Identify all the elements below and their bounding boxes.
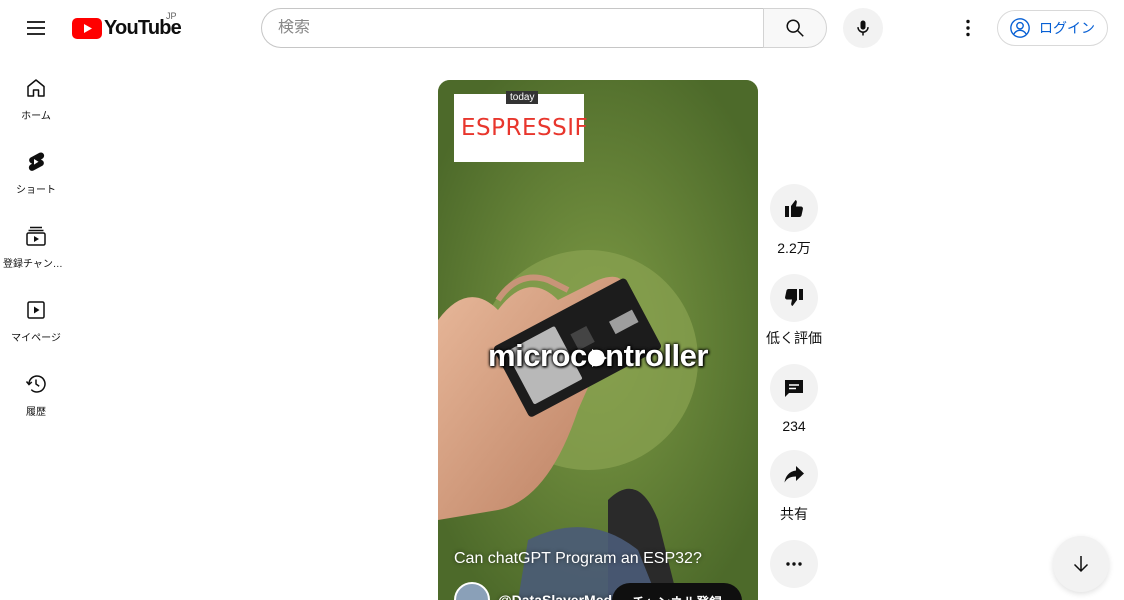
comments-button[interactable] xyxy=(770,364,818,412)
mini-guide: ホーム ショート 登録チャンネル マイページ 履歴 xyxy=(0,56,72,426)
espressif-wordmark: ESPRESSIF xyxy=(461,115,589,141)
home-icon xyxy=(27,79,45,97)
more-actions-button[interactable] xyxy=(770,540,818,588)
microphone-icon xyxy=(857,20,869,36)
play-button[interactable] xyxy=(568,328,628,388)
sidebar-item-label: 登録チャンネル xyxy=(3,259,69,270)
today-badge: today xyxy=(506,91,539,104)
play-icon xyxy=(592,349,607,367)
sidebar-item-label: ホーム xyxy=(21,111,51,122)
next-short-button[interactable] xyxy=(1053,536,1109,592)
espressif-logo: ESPRESSIF xyxy=(454,94,588,162)
sidebar-item-shorts[interactable]: ショート xyxy=(0,130,72,204)
sidebar-item-subscriptions[interactable]: 登録チャンネル xyxy=(0,204,72,278)
dislike-label: 低く評価 xyxy=(766,330,822,346)
more-horizontal-icon xyxy=(786,562,802,566)
sidebar-item-label: マイページ xyxy=(11,333,61,344)
subscribe-button[interactable]: チャンネル登録 xyxy=(612,583,742,600)
history-icon xyxy=(25,375,46,393)
short-actions: 2.2万 低く評価 234 共有 xyxy=(766,184,822,600)
account-circle-icon xyxy=(1010,18,1030,38)
search-button[interactable] xyxy=(763,8,827,48)
voice-search-button[interactable] xyxy=(843,8,883,48)
login-label: ログイン xyxy=(1039,20,1095,36)
sidebar-item-label: 履歴 xyxy=(26,407,46,418)
search-box xyxy=(261,8,764,48)
guide-menu-button[interactable] xyxy=(16,8,56,48)
youtube-logo[interactable]: YouTube xyxy=(72,14,182,42)
search-icon xyxy=(786,19,804,37)
youtube-play-logo-icon xyxy=(72,17,102,39)
share-label: 共有 xyxy=(780,506,808,522)
hamburger-icon xyxy=(27,21,45,35)
masthead: YouTube JP ログイン xyxy=(0,0,1124,56)
share-button[interactable] xyxy=(770,450,818,498)
dislike-action: 低く評価 xyxy=(766,274,822,348)
sidebar-item-library[interactable]: マイページ xyxy=(0,278,72,352)
share-action: 共有 xyxy=(769,450,819,524)
search-input[interactable] xyxy=(278,19,748,37)
library-icon xyxy=(27,301,45,319)
arrow-down-icon xyxy=(1073,556,1089,573)
comment-count: 234 xyxy=(782,418,806,434)
channel-avatar[interactable] xyxy=(454,582,490,600)
region-code: JP xyxy=(166,11,177,21)
sidebar-item-home[interactable]: ホーム xyxy=(0,56,72,130)
comments-action: 234 xyxy=(769,364,819,434)
like-button[interactable] xyxy=(770,184,818,232)
more-action xyxy=(769,540,819,588)
share-icon xyxy=(784,466,804,483)
settings-more-button[interactable] xyxy=(948,8,988,48)
comment-icon xyxy=(785,380,803,397)
channel-name[interactable]: @DataSlayerMedi xyxy=(498,592,616,600)
like-action: 2.2万 xyxy=(769,184,819,258)
shorts-icon xyxy=(28,152,45,171)
thumbs-up-icon xyxy=(785,200,803,217)
like-count: 2.2万 xyxy=(777,240,811,256)
login-button[interactable]: ログイン xyxy=(997,10,1108,46)
subscriptions-icon xyxy=(26,226,46,246)
dislike-button[interactable] xyxy=(770,274,818,322)
channel-info: @DataSlayerMedi xyxy=(454,582,616,600)
short-video-player[interactable]: ESPRESSIF today microcontroller Can chat… xyxy=(438,80,758,600)
thumbs-down-icon xyxy=(785,289,803,306)
more-vertical-icon xyxy=(966,19,970,37)
sidebar-item-label: ショート xyxy=(16,185,56,196)
short-title[interactable]: Can chatGPT Program an ESP32? xyxy=(454,550,702,568)
sidebar-item-history[interactable]: 履歴 xyxy=(0,352,72,426)
